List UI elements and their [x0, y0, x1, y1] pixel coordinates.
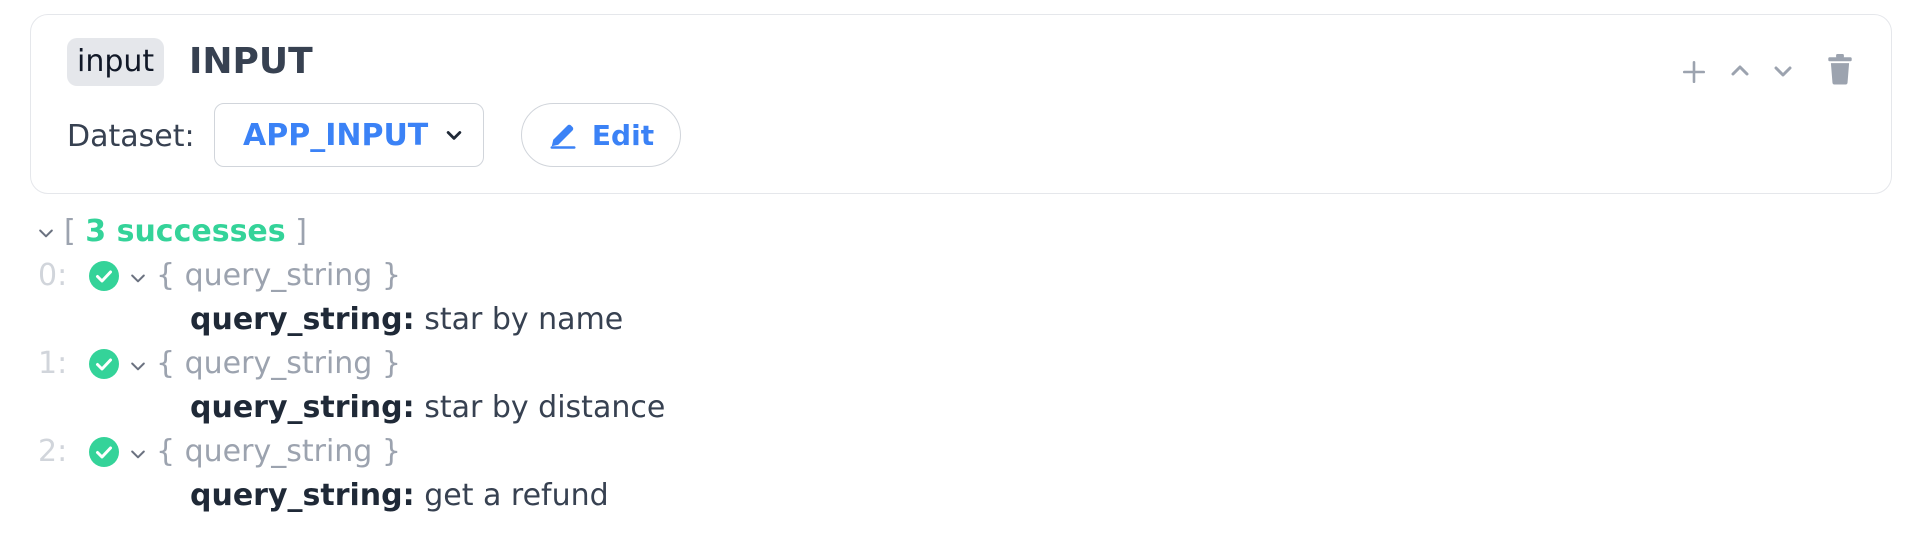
pencil-icon [550, 124, 576, 149]
trash-icon [1828, 54, 1852, 85]
result-summary: { query_string } [156, 258, 401, 293]
move-down-button[interactable] [1771, 59, 1795, 83]
chevron-down-icon [1774, 66, 1792, 77]
field-key: query_string: [190, 478, 415, 513]
add-block-button[interactable] [1681, 59, 1707, 85]
chevron-up-icon [1731, 65, 1749, 76]
field-key: query_string: [190, 302, 415, 337]
field-value: star by distance [424, 390, 666, 425]
field-key: query_string: [190, 390, 415, 425]
chevron-down-icon [131, 362, 145, 371]
open-bracket: [ [64, 214, 76, 249]
result-summary: { query_string } [156, 434, 401, 469]
dataset-select[interactable]: APP_INPUT [214, 103, 484, 167]
result-index: 2: [38, 434, 68, 469]
dataset-value: APP_INPUT [243, 117, 429, 153]
edit-dataset-button[interactable]: Edit [521, 103, 681, 167]
input-block-card: input INPUT Dataset: APP_INPUT Edit [30, 14, 1892, 194]
chevron-down-icon [131, 274, 145, 283]
chevron-down-icon [131, 450, 145, 459]
close-bracket: ] [295, 214, 307, 249]
check-circle-icon [89, 437, 119, 467]
block-type-badge: input [67, 38, 165, 86]
delete-block-button[interactable] [1827, 53, 1853, 85]
chevron-down-icon [444, 125, 464, 145]
results-header[interactable]: [ 3 successes ] [36, 210, 307, 254]
check-circle-icon [89, 349, 119, 379]
check-circle-icon [89, 261, 119, 291]
result-item[interactable]: 1: { query_string } [0, 342, 1922, 386]
chevron-down-icon [39, 229, 53, 237]
result-item[interactable]: 2: { query_string } [0, 430, 1922, 474]
result-item[interactable]: 0: { query_string } [0, 254, 1922, 298]
field-value: star by name [424, 302, 624, 337]
field-value: get a refund [424, 478, 609, 513]
plus-icon [1682, 60, 1706, 84]
result-index: 0: [38, 258, 68, 293]
edit-label: Edit [591, 118, 655, 152]
dataset-label: Dataset: [67, 119, 195, 154]
move-up-button[interactable] [1728, 59, 1752, 83]
result-summary: { query_string } [156, 346, 401, 381]
success-count: 3 successes [85, 214, 286, 249]
result-index: 1: [38, 346, 68, 381]
block-title: INPUT [189, 41, 313, 82]
